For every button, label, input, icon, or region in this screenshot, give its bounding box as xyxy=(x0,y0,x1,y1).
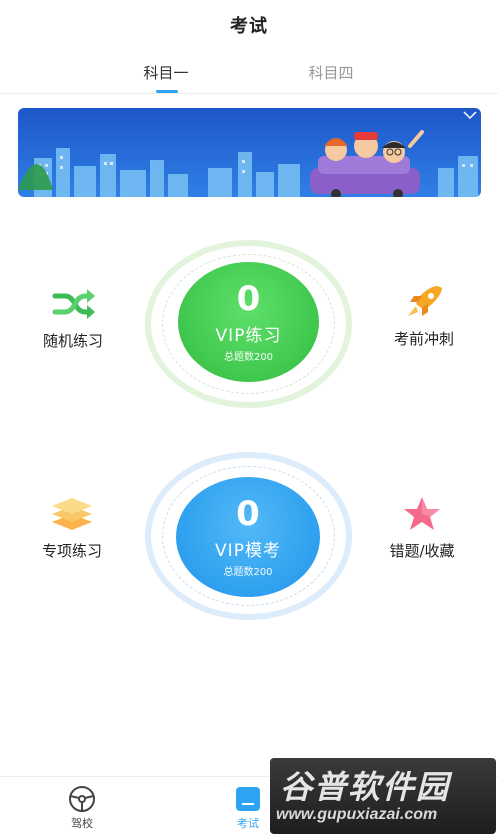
site-watermark: 谷普软件园 www.gupuxiazai.com xyxy=(270,758,496,834)
rocket-icon xyxy=(408,286,442,316)
practice-total: 总题数200 xyxy=(223,352,274,363)
wrong-favorites-button[interactable]: 错题/收藏 xyxy=(367,494,477,561)
star-icon xyxy=(404,497,440,530)
nav-exam[interactable]: 考试 xyxy=(218,785,278,831)
random-practice-label: 随机练习 xyxy=(42,332,103,350)
exam-total: 总题数200 xyxy=(223,567,273,578)
subject-tabs: 科目一 科目四 xyxy=(0,50,498,94)
exam-count: 0 xyxy=(236,494,260,534)
tab-subject-four[interactable]: 科目四 xyxy=(291,62,371,83)
special-practice-label: 专项练习 xyxy=(41,542,102,560)
nav-driving-school[interactable]: 驾校 xyxy=(52,785,112,831)
header: 考试 xyxy=(0,0,498,48)
random-practice-button[interactable]: 随机练习 xyxy=(18,284,128,351)
promo-banner[interactable] xyxy=(18,108,481,197)
tab-subject-one[interactable]: 科目一 xyxy=(126,62,206,83)
pre-exam-sprint-button[interactable]: 考前冲刺 xyxy=(369,282,479,349)
wrong-favorites-label: 错题/收藏 xyxy=(389,542,455,560)
shuffle-icon xyxy=(52,289,95,319)
watermark-title: 谷普软件园 xyxy=(280,768,451,806)
nav-driving-school-label: 驾校 xyxy=(71,817,93,830)
vip-exam-button[interactable]: 0 VIP模考 总题数200 xyxy=(176,477,320,597)
nav-exam-label: 考试 xyxy=(237,817,259,830)
page-title: 考试 xyxy=(230,16,268,37)
special-practice-button[interactable]: 专项练习 xyxy=(17,494,127,561)
practice-label: VIP练习 xyxy=(215,326,282,346)
city-illustration xyxy=(18,108,481,197)
pre-exam-sprint-label: 考前冲刺 xyxy=(393,330,454,348)
exam-icon xyxy=(236,787,260,811)
layers-icon xyxy=(52,498,92,530)
vip-practice-button[interactable]: 0 VIP练习 总题数200 xyxy=(178,262,319,382)
exam-label: VIP模考 xyxy=(215,541,281,561)
steering-wheel-icon xyxy=(69,786,95,812)
practice-count: 0 xyxy=(236,279,261,319)
active-tab-indicator xyxy=(156,90,178,93)
watermark-url: www.gupuxiazai.com xyxy=(276,806,438,823)
